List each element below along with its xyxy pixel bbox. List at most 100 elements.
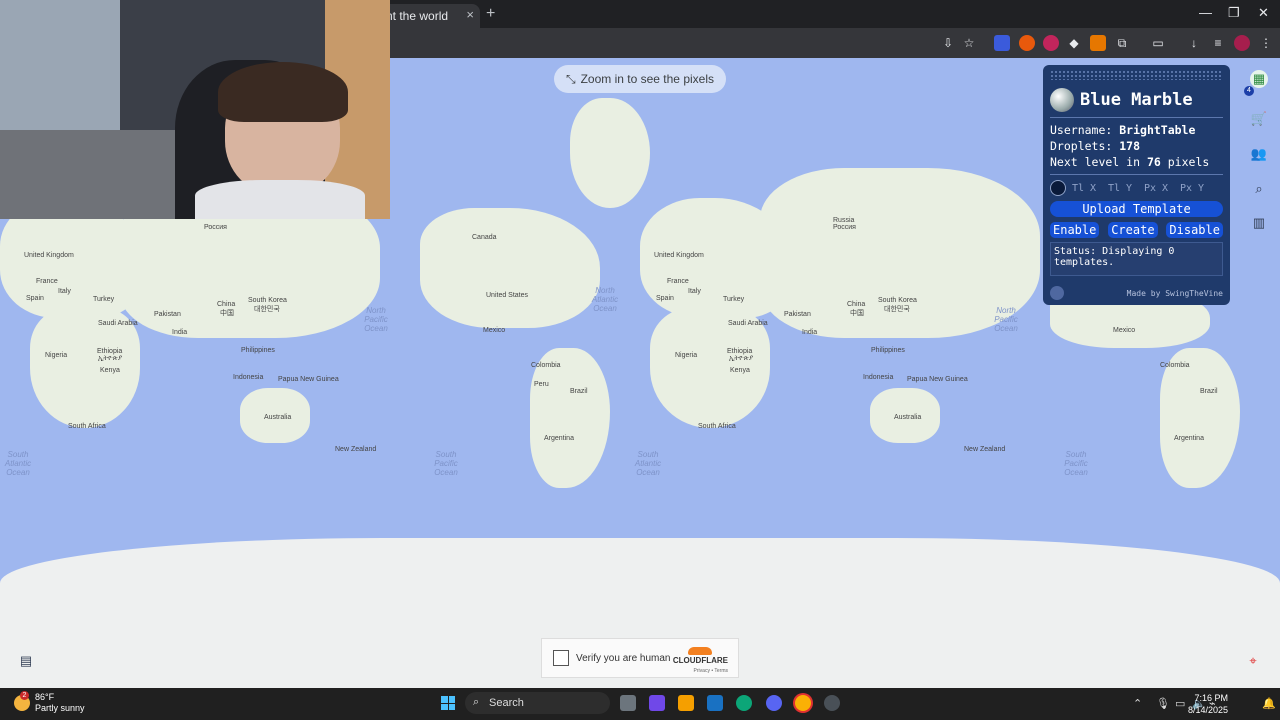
disable-button[interactable]: Disable	[1166, 222, 1223, 238]
date: 8/14/2025	[1187, 705, 1228, 715]
sidepanel-icon[interactable]: ▭	[1150, 35, 1166, 51]
notification-bell-icon[interactable]: 🔔	[1262, 697, 1276, 710]
microphone-icon[interactable]: 🎙	[1156, 697, 1170, 710]
map-label: China	[847, 301, 866, 308]
map-label: Pakistan	[784, 311, 811, 318]
map-label: 대한민국	[254, 306, 280, 313]
display-icon[interactable]: ▭	[1175, 697, 1185, 710]
search-icon[interactable]: ⌕	[1250, 180, 1268, 198]
close-window-button[interactable]: ✕	[1258, 5, 1269, 21]
map-label: Argentina	[544, 435, 574, 442]
extension-icon[interactable]	[994, 35, 1010, 51]
cloudflare-logo: CLOUDFLARE	[673, 647, 728, 665]
tray-overflow-icon[interactable]: ⌃	[1133, 697, 1142, 710]
upload-template-button[interactable]: Upload Template	[1050, 201, 1223, 217]
palette-icon[interactable]: ▤	[17, 652, 35, 670]
map-label: Colombia	[531, 362, 561, 369]
profile-avatar[interactable]	[1234, 35, 1250, 51]
copilot-icon[interactable]	[649, 695, 665, 711]
drag-handle[interactable]	[1050, 70, 1223, 80]
chrome-icon[interactable]	[795, 695, 811, 711]
pixel-y-input[interactable]: Px Y	[1180, 183, 1210, 194]
taskbar-search[interactable]: ⌕ Search	[465, 692, 610, 714]
username-row: Username: BrightTable	[1050, 123, 1196, 137]
extension-icon[interactable]	[1043, 35, 1059, 51]
obs-icon[interactable]	[824, 695, 840, 711]
captcha-checkbox[interactable]	[553, 650, 569, 666]
status-textarea[interactable]: Status: Displaying 0 templates.	[1050, 242, 1223, 276]
map-label: Россия	[204, 224, 227, 231]
temperature: 86°F	[35, 692, 55, 702]
map-label: United Kingdom	[24, 252, 74, 259]
minimize-button[interactable]: —	[1199, 5, 1212, 20]
map-label: United States	[486, 292, 529, 299]
map-label: New Zealand	[335, 446, 377, 453]
leaderboard-icon[interactable]: ▥	[1250, 214, 1268, 232]
start-button[interactable]	[441, 696, 455, 710]
map-label: India	[172, 329, 188, 336]
install-icon[interactable]: ⇩	[940, 35, 956, 51]
pin-icon[interactable]	[1050, 180, 1066, 196]
tile-x-input[interactable]: Tl X	[1072, 183, 1102, 194]
map-label: South Korea	[248, 297, 287, 304]
map-label: Saudi Arabia	[728, 320, 768, 327]
map-label: Mexico	[1113, 327, 1136, 334]
cloud-icon	[688, 647, 713, 655]
map-label: South Korea	[878, 297, 917, 304]
tab-title: nt the world	[386, 9, 449, 23]
extension-icon[interactable]	[1090, 35, 1106, 51]
discord-icon[interactable]	[766, 695, 782, 711]
captcha-links[interactable]: Privacy • Terms	[694, 668, 728, 674]
land-greenland	[570, 98, 650, 208]
divider	[1050, 117, 1223, 118]
outlook-icon[interactable]	[707, 695, 723, 711]
maximize-button[interactable]: ❐	[1228, 5, 1240, 21]
map-label: Brazil	[570, 388, 588, 395]
ocean-label: South Pacific Ocean	[1064, 450, 1088, 477]
map-label: 中国	[850, 310, 864, 317]
weather-badge: 2	[20, 691, 29, 700]
map-label: Saudi Arabia	[98, 320, 138, 327]
pixel-x-input[interactable]: Px X	[1144, 183, 1174, 194]
webcam-person-hair	[218, 62, 348, 122]
browser-tab[interactable]: nt the world ×	[380, 4, 480, 28]
map-label: France	[667, 278, 689, 285]
level-badge: 4	[1244, 86, 1254, 96]
user-avatar[interactable]: ▦	[1250, 70, 1268, 88]
map-label: Philippines	[871, 347, 905, 354]
emoji-icon[interactable]	[1050, 286, 1064, 300]
captcha-widget: Verify you are human CLOUDFLARE Privacy …	[541, 638, 739, 678]
edge-icon[interactable]	[736, 695, 752, 711]
extension-icon[interactable]	[1019, 35, 1035, 51]
download-icon[interactable]: ↓	[1186, 35, 1202, 51]
menu-icon[interactable]: ⋮	[1258, 35, 1274, 51]
credits-text: Made by SwingTheVine	[1126, 288, 1223, 298]
tile-y-input[interactable]: Tl Y	[1108, 183, 1138, 194]
group-icon[interactable]: 👥	[1250, 145, 1268, 163]
map-label: 대한민국	[884, 306, 910, 313]
land-north-america	[420, 208, 600, 328]
media-icon[interactable]: ≡	[1210, 35, 1226, 51]
map-label: Brazil	[1200, 388, 1218, 395]
map-label: Indonesia	[233, 374, 264, 381]
enable-button[interactable]: Enable	[1050, 222, 1100, 238]
extension-icon[interactable]: ◆	[1066, 35, 1082, 51]
map-label: Spain	[656, 295, 674, 302]
cart-icon[interactable]: 🛒	[1250, 110, 1268, 128]
file-explorer-icon[interactable]	[678, 695, 694, 711]
tab-close-icon[interactable]: ×	[466, 7, 474, 22]
ocean-label: South Atlantic Ocean	[4, 450, 32, 477]
zoom-hint-text: Zoom in to see the pixels	[580, 72, 714, 86]
task-view-icon[interactable]	[620, 695, 636, 711]
clock[interactable]: 7:16 PM 8/14/2025	[1188, 692, 1228, 716]
locate-icon[interactable]: ⌖	[1244, 652, 1262, 670]
globe-icon[interactable]	[1050, 88, 1074, 112]
map-label: New Zealand	[964, 446, 1006, 453]
create-button[interactable]: Create	[1108, 222, 1158, 238]
puzzle-icon[interactable]: ⧉	[1114, 35, 1130, 51]
map-label: Kenya	[730, 367, 750, 374]
new-tab-button[interactable]: +	[486, 5, 495, 23]
map-label: Australia	[264, 414, 292, 421]
bookmark-star-icon[interactable]: ☆	[961, 35, 977, 51]
coordinates-row: Tl X Tl Y Px X Px Y	[1050, 180, 1223, 196]
